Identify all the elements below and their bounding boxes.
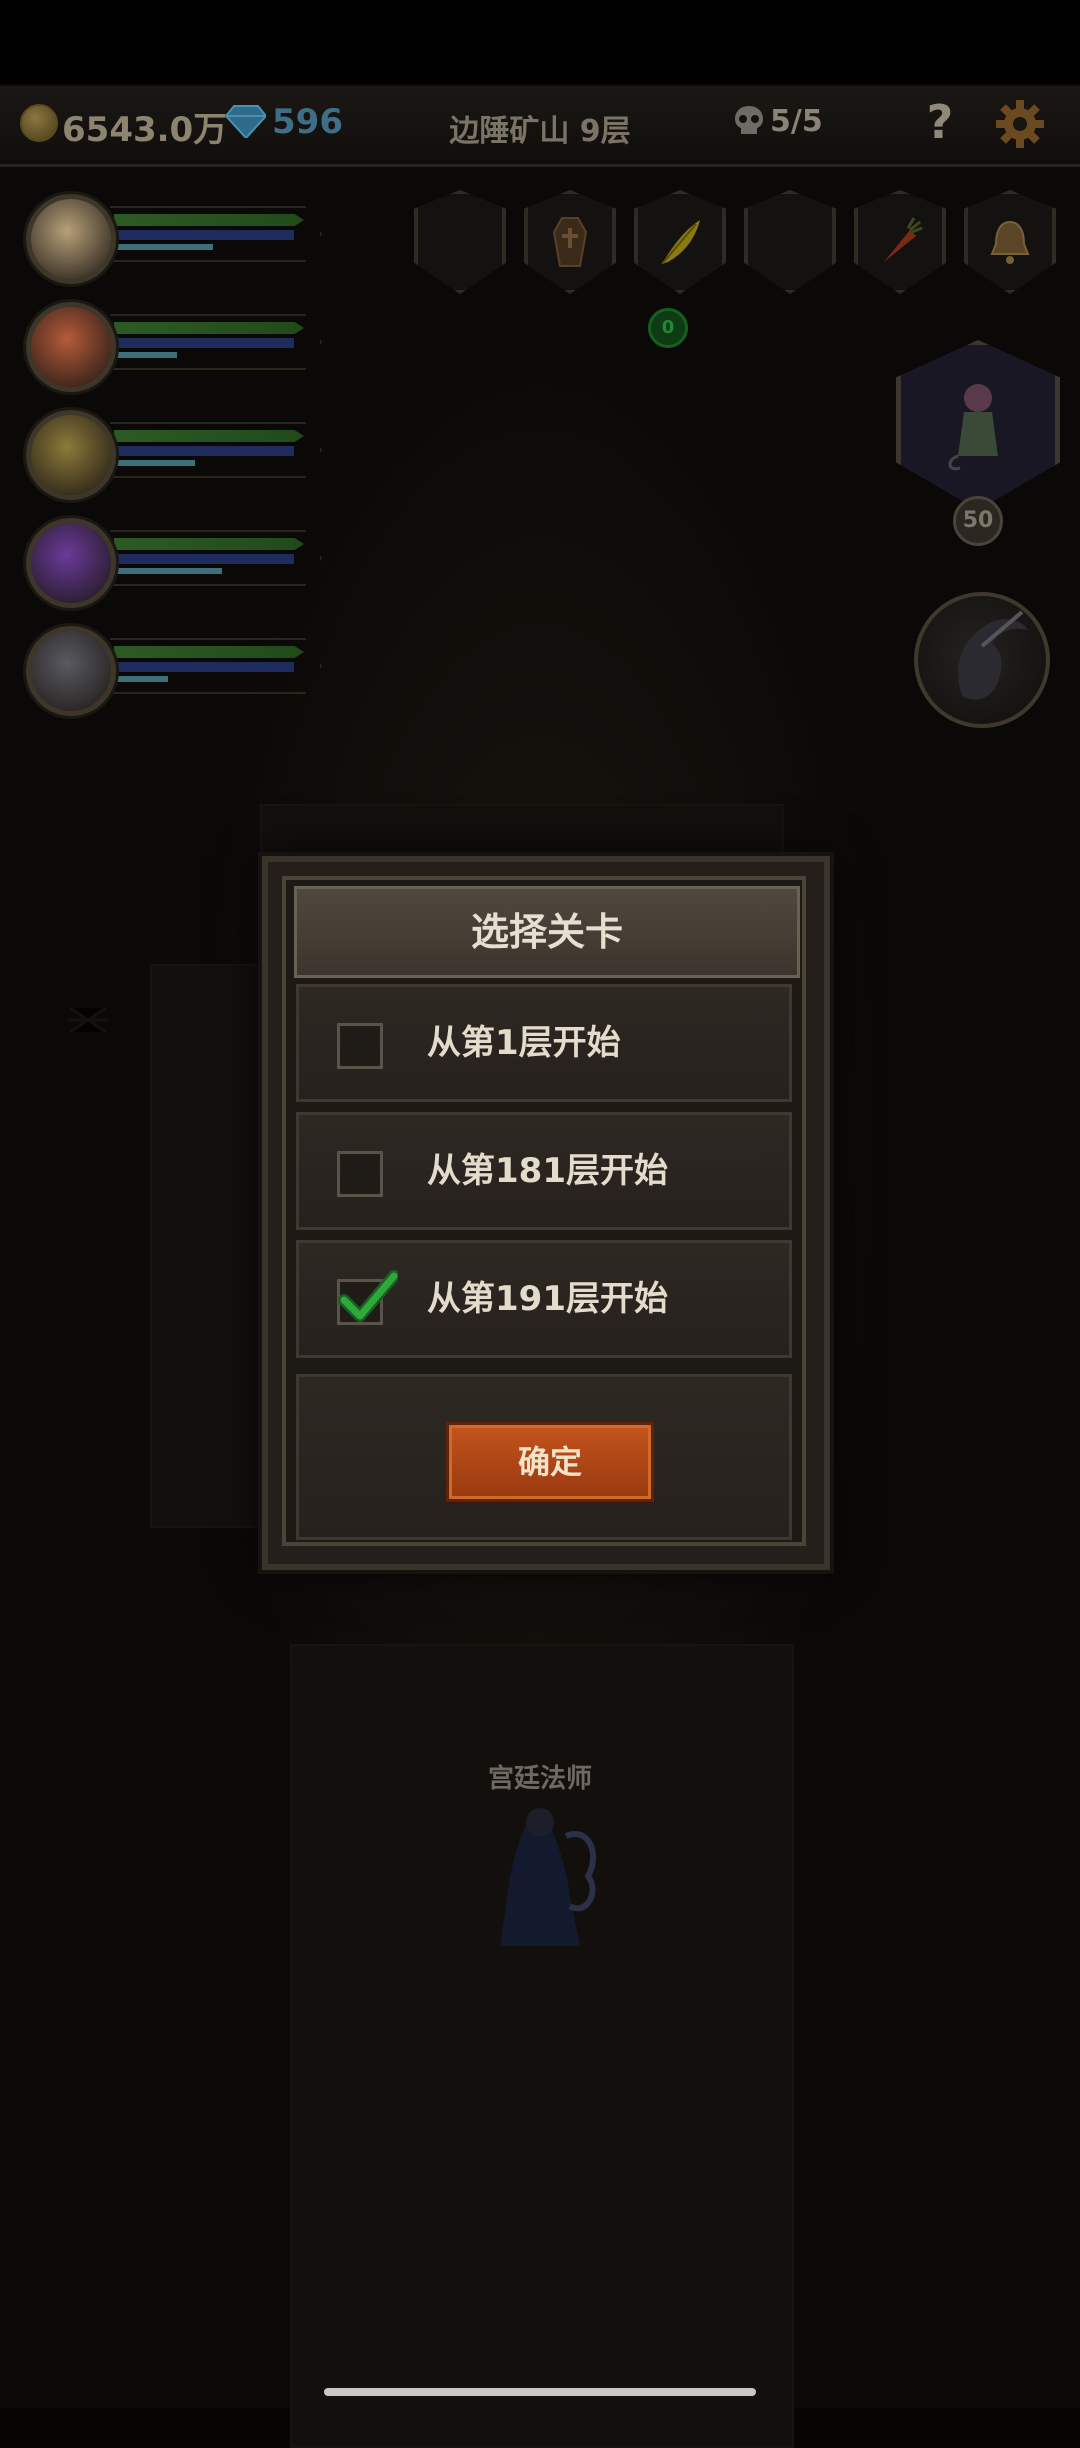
dialog-title: 选择关卡 <box>470 910 623 954</box>
checkmark-icon <box>338 1270 398 1322</box>
option-floor-1[interactable]: 从第1层开始 <box>296 984 792 1102</box>
hero-hp-bar <box>114 322 304 334</box>
pet-figure-icon <box>948 384 998 471</box>
dialog-footer: 确定 <box>296 1374 792 1540</box>
hero-hp-bar <box>114 214 304 226</box>
option-label: 从第181层开始 <box>427 1151 668 1191</box>
hero-xp-bar <box>114 568 222 574</box>
npc-mage-sprite[interactable] <box>470 1796 620 1956</box>
reaper-icon <box>958 610 1028 700</box>
hero-portrait[interactable] <box>26 518 116 608</box>
equipment-slot-5[interactable] <box>854 190 946 294</box>
equipment-slot-6[interactable] <box>964 190 1056 294</box>
dialog-header: 选择关卡 <box>294 886 800 978</box>
stage-select-dialog: 选择关卡 从第1层开始 从第181层开始 从第191层开始 确定 <box>262 856 830 1570</box>
hero-portrait[interactable] <box>26 194 116 284</box>
carrot-icon <box>884 217 923 262</box>
hero-row[interactable] <box>14 620 334 720</box>
equipment-slot-2[interactable] <box>524 190 616 294</box>
hero-hp-bar <box>114 538 304 550</box>
pet-level-badge: 50 <box>953 496 1003 546</box>
hero-mp-bar <box>114 338 294 348</box>
hero-mp-bar <box>114 662 294 672</box>
option-label: 从第191层开始 <box>427 1279 668 1319</box>
boss-skill-button[interactable] <box>914 592 1050 728</box>
hero-mp-bar <box>114 446 294 456</box>
dialog-body: 选择关卡 从第1层开始 从第181层开始 从第191层开始 确定 <box>282 876 806 1546</box>
hero-hp-bar <box>114 646 304 658</box>
hero-xp-bar <box>114 460 195 466</box>
hero-portrait[interactable] <box>26 410 116 500</box>
option-checkbox[interactable] <box>337 1023 383 1069</box>
hero-mp-bar <box>114 230 294 240</box>
hero-mp-bar <box>114 554 294 564</box>
npc-name-label: 宫廷法师 <box>487 1764 592 1794</box>
spider-icon <box>68 1006 108 1034</box>
status-strip <box>0 0 1080 84</box>
hero-xp-bar <box>114 352 177 358</box>
confirm-button[interactable]: 确定 <box>449 1425 651 1499</box>
floor-tile <box>150 964 274 1528</box>
pet-portrait[interactable] <box>896 340 1060 510</box>
skull-icon <box>735 106 763 134</box>
hero-row[interactable] <box>14 188 334 288</box>
hero-hp-bar <box>114 430 304 442</box>
option-checkbox[interactable] <box>337 1151 383 1197</box>
home-indicator[interactable] <box>324 2388 756 2396</box>
hero-row[interactable] <box>14 296 334 396</box>
gear-icon[interactable] <box>994 98 1046 150</box>
help-button[interactable]: ? <box>916 94 964 150</box>
option-floor-191[interactable]: 从第191层开始 <box>296 1240 792 1358</box>
feather-icon <box>661 220 700 265</box>
bell-icon <box>990 220 1030 264</box>
slot-badge: 0 <box>648 308 688 348</box>
equipment-slot-1[interactable] <box>414 190 506 294</box>
kill-counter: 5/5 <box>770 104 823 139</box>
equipment-slot-4[interactable] <box>744 190 836 294</box>
option-floor-181[interactable]: 从第181层开始 <box>296 1112 792 1230</box>
hero-row[interactable] <box>14 404 334 504</box>
hero-row[interactable] <box>14 512 334 612</box>
hero-portrait[interactable] <box>26 626 116 716</box>
option-checkbox[interactable] <box>337 1270 398 1325</box>
coffin-icon <box>552 217 588 267</box>
hero-xp-bar <box>114 244 213 250</box>
option-label: 从第1层开始 <box>427 1023 621 1063</box>
equipment-slot-3[interactable] <box>634 190 726 294</box>
hero-xp-bar <box>114 676 168 682</box>
hero-portrait[interactable] <box>26 302 116 392</box>
